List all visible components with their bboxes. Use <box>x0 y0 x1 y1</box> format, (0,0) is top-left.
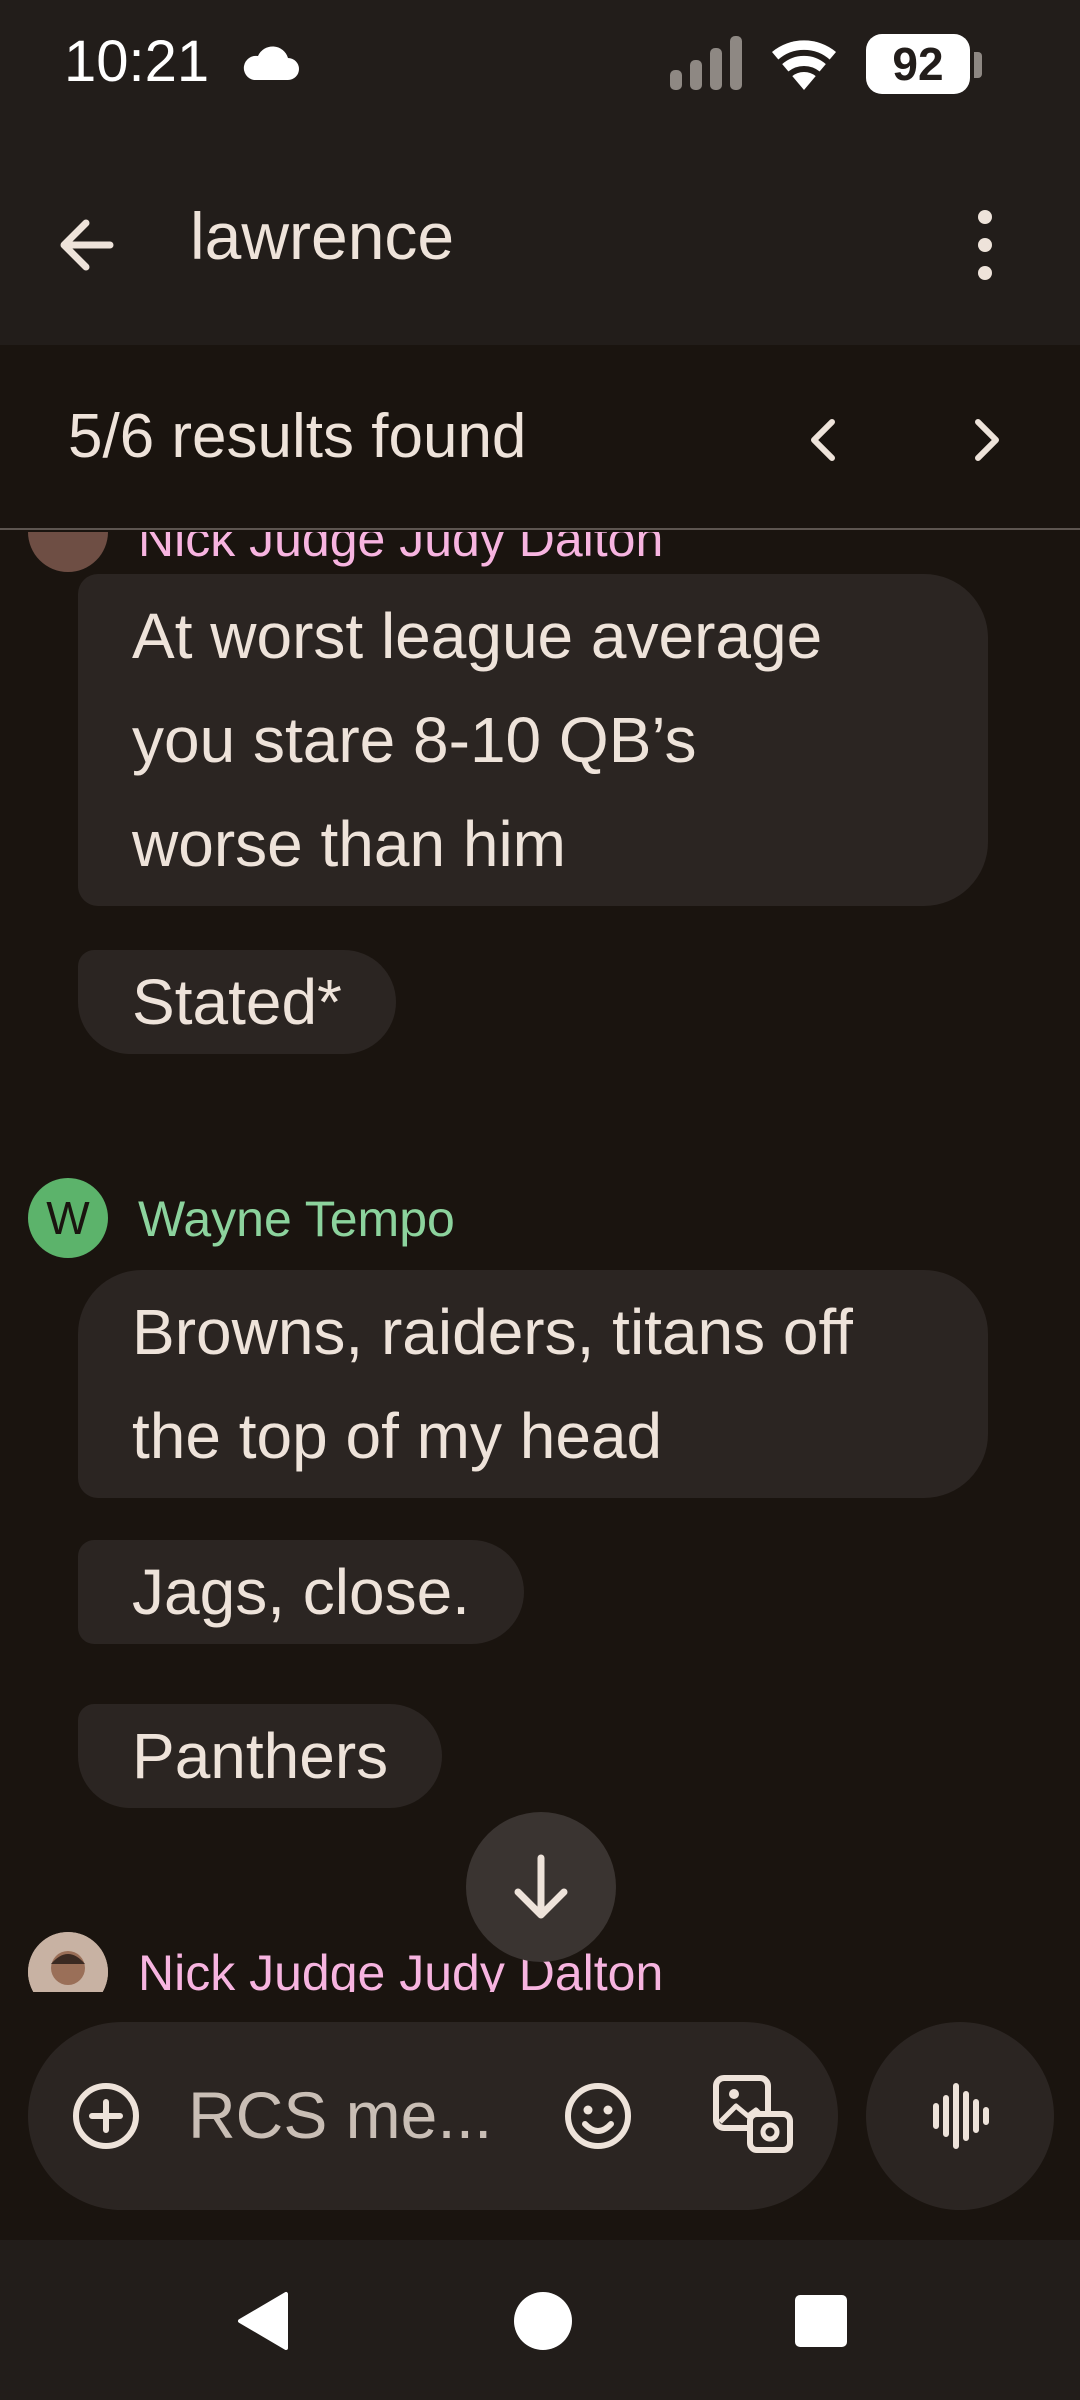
search-results-bar: 5/6 results found <box>0 345 1080 530</box>
signal-icon <box>670 36 742 90</box>
message-line: the top of my head <box>132 1400 663 1472</box>
results-count: 5/6 results found <box>68 402 527 471</box>
add-attachment-button[interactable] <box>66 2076 146 2156</box>
gallery-button[interactable] <box>708 2070 798 2160</box>
battery-tip <box>974 52 982 78</box>
search-term[interactable]: lawrence <box>190 198 454 274</box>
nav-recents-icon <box>795 2295 847 2347</box>
wifi-icon <box>772 40 836 90</box>
gallery-icon <box>713 2075 793 2153</box>
message-line: you stare 8-10 QB’s <box>132 704 697 776</box>
nav-recents-button[interactable] <box>786 2286 856 2356</box>
message-bubble[interactable]: Browns, raiders, titans off the top of m… <box>78 1270 988 1498</box>
previous-result-button[interactable] <box>790 400 860 480</box>
chevron-right-icon <box>975 419 999 461</box>
message-input[interactable] <box>188 2070 528 2160</box>
message-line: Browns, raiders, titans off <box>132 1296 853 1368</box>
message-line: At worst league average <box>132 600 823 672</box>
emoji-icon <box>565 2083 631 2149</box>
message-line: worse than him <box>132 808 566 880</box>
nav-home-icon <box>514 2292 572 2350</box>
nav-back-icon <box>238 2292 288 2350</box>
avatar[interactable] <box>28 1932 108 1992</box>
battery-icon: 92 <box>866 34 970 94</box>
message-bubble[interactable]: Panthers <box>78 1704 443 1808</box>
app-bar: lawrence <box>0 125 1080 345</box>
message-bubble[interactable]: Jags, close. <box>78 1540 524 1644</box>
navigation-bar <box>0 2240 1080 2400</box>
scroll-to-bottom-button[interactable] <box>466 1812 616 1962</box>
nav-home-button[interactable] <box>508 2286 578 2356</box>
more-options-button[interactable] <box>960 195 1010 295</box>
sender-name: Wayne Tempo <box>138 1191 455 1247</box>
avatar[interactable]: W <box>28 1178 108 1258</box>
voice-waveform-icon <box>933 2083 989 2149</box>
back-arrow-icon <box>60 219 114 271</box>
cloud-icon <box>243 46 299 80</box>
message-list[interactable]: Nick Judge Judy Dalton At worst league a… <box>0 532 1080 1992</box>
arrow-down-icon <box>514 1854 568 1919</box>
next-result-button[interactable] <box>950 400 1020 480</box>
back-button[interactable] <box>50 205 140 285</box>
emoji-button[interactable] <box>558 2076 638 2156</box>
status-time: 10:21 <box>64 29 210 94</box>
nav-back-button[interactable] <box>230 2286 300 2356</box>
chevron-left-icon <box>811 419 835 461</box>
more-vert-icon <box>978 210 992 280</box>
avatar-photo <box>28 1932 108 1992</box>
message-composer <box>28 2022 838 2210</box>
sender-name: Nick Judge Judy Dalton <box>138 532 664 567</box>
message-bubble[interactable]: At worst league average you stare 8-10 Q… <box>78 574 988 906</box>
add-circle-icon <box>73 2083 139 2149</box>
voice-message-button[interactable] <box>866 2022 1054 2210</box>
avatar[interactable] <box>28 532 108 572</box>
status-bar: 10:21 92 <box>0 0 1080 125</box>
message-bubble[interactable]: Stated* <box>78 950 396 1054</box>
